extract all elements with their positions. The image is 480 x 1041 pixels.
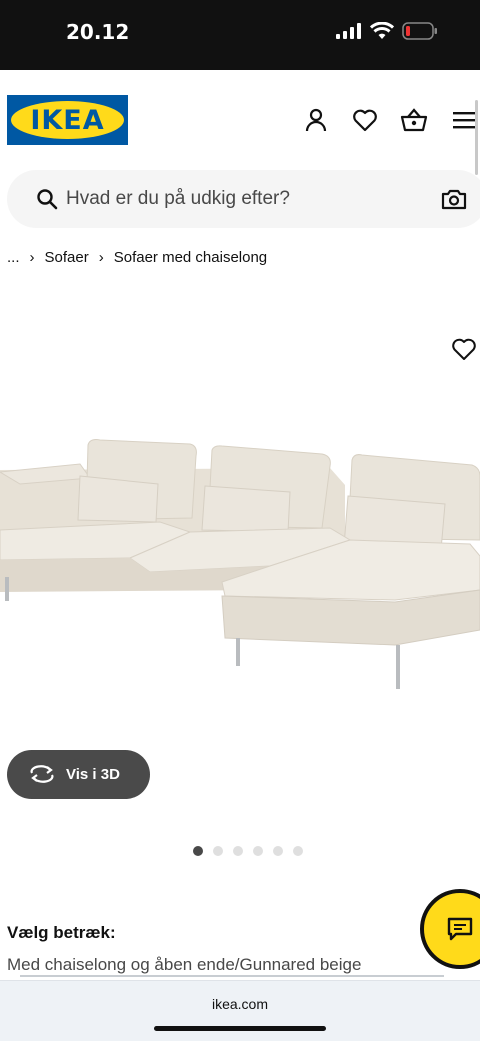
status-bar: 20.12 xyxy=(0,0,480,70)
sofa-image xyxy=(0,439,480,689)
status-time: 20.12 xyxy=(66,20,130,44)
view-3d-button[interactable]: Vis i 3D xyxy=(7,750,150,799)
logo-text: IKEA xyxy=(30,104,105,136)
status-icons xyxy=(336,22,438,40)
search-bar[interactable]: Hvad er du på udkig efter? xyxy=(7,170,480,228)
breadcrumb-item-chaiselong[interactable]: Sofaer med chaiselong xyxy=(114,249,267,266)
profile-icon[interactable] xyxy=(302,106,330,134)
browser-url-bar[interactable]: ikea.com xyxy=(0,980,480,1041)
search-icon xyxy=(37,189,58,210)
ikea-logo[interactable]: IKEA xyxy=(7,95,128,145)
chat-button[interactable] xyxy=(420,889,480,969)
variant-value[interactable]: Med chaiselong og åben ende/Gunnared bei… xyxy=(7,955,361,975)
page-load-progress xyxy=(20,975,444,977)
view-3d-label: Vis i 3D xyxy=(66,766,120,783)
carousel-dot[interactable] xyxy=(213,846,223,856)
heart-icon[interactable] xyxy=(351,106,379,134)
carousel-dot[interactable] xyxy=(293,846,303,856)
image-carousel-dots xyxy=(193,846,303,856)
menu-icon[interactable] xyxy=(450,106,478,134)
product-image[interactable] xyxy=(0,300,480,750)
breadcrumb-item-sofaer[interactable]: Sofaer xyxy=(45,249,89,266)
breadcrumb: ... › Sofaer › Sofaer med chaiselong xyxy=(7,249,267,266)
chevron-right-icon: › xyxy=(98,249,104,266)
carousel-dot[interactable] xyxy=(193,846,203,856)
favourite-heart-icon[interactable] xyxy=(451,338,477,362)
variant-label: Vælg betræk: xyxy=(7,923,116,942)
logo-oval: IKEA xyxy=(11,101,124,139)
site-header: IKEA xyxy=(0,70,480,170)
chevron-right-icon: › xyxy=(29,249,35,266)
carousel-dot[interactable] xyxy=(273,846,283,856)
wifi-icon xyxy=(370,22,394,39)
camera-icon[interactable] xyxy=(441,188,467,210)
battery-icon xyxy=(402,22,437,40)
home-indicator[interactable] xyxy=(154,1026,326,1031)
carousel-dot[interactable] xyxy=(233,846,243,856)
carousel-dot[interactable] xyxy=(253,846,263,856)
signal-icon xyxy=(336,23,361,39)
rotate-3d-icon xyxy=(30,765,54,783)
breadcrumb-ellipsis[interactable]: ... xyxy=(7,249,20,266)
url-text[interactable]: ikea.com xyxy=(0,996,480,1012)
page-scrollbar[interactable] xyxy=(475,100,478,175)
basket-icon[interactable] xyxy=(400,106,428,134)
chat-icon xyxy=(447,917,473,941)
search-input[interactable]: Hvad er du på udkig efter? xyxy=(66,188,290,210)
